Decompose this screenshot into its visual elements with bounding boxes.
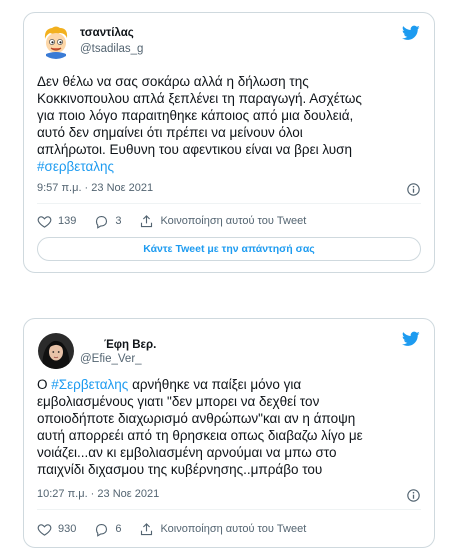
reply-icon <box>96 523 108 537</box>
user-handle[interactable]: @tsadilas_g <box>80 43 143 55</box>
reply-icon <box>96 215 108 229</box>
tweet-timestamp[interactable]: 9:57 π.μ. · 23 Νοε 2021 <box>37 182 153 194</box>
tweet-actions: 139 3 Κοινοποίηση αυτού του Tweet <box>37 212 421 230</box>
hashtag-link[interactable]: #σερβεταλης <box>37 159 114 174</box>
tweet-text-line: Δεν θέλω να σας σοκάρω αλλά η δήλωση της <box>37 74 309 89</box>
share-icon <box>141 522 153 535</box>
tweet-timestamp[interactable]: 10:27 π.μ. · 23 Νοε 2021 <box>37 488 159 500</box>
like-count: 930 <box>58 523 77 535</box>
tweet-text-line: για ποιο λόγο παραιτηθηκε κάποιος από μι… <box>37 108 354 123</box>
info-icon[interactable] <box>407 183 420 196</box>
tweet-text-line: Κοκκινοπουλου απλά ξεπλένει τη παραγωγή.… <box>37 91 362 106</box>
reply-action[interactable]: 3 <box>94 214 121 229</box>
tweet-card[interactable]: Έφη Βερ. @Efie_Ver_ Ο #Σερβεταλης αρνήθη… <box>23 318 435 548</box>
reply-action[interactable]: 6 <box>94 522 121 537</box>
divider <box>37 203 421 204</box>
tweet-reply-button[interactable]: Κάντε Tweet με την απάντησή σας <box>37 237 421 261</box>
hashtag-link[interactable]: #Σερβεταλης <box>51 377 128 392</box>
heart-icon <box>37 215 52 228</box>
share-label: Κοινοποίηση αυτού του Tweet <box>160 523 307 535</box>
share-label: Κοινοποίηση αυτού του Tweet <box>160 215 307 227</box>
reply-count: 3 <box>115 215 122 227</box>
tweet-text-line: αυτό δεν σημαίνει ότι πρέπει να μείνουν … <box>37 125 303 140</box>
user-handle[interactable]: @Efie_Ver_ <box>80 353 142 365</box>
share-button[interactable]: Κοινοποίηση αυτού του Tweet <box>139 522 306 537</box>
tweet-actions: 930 6 Κοινοποίηση αυτού του Tweet <box>37 520 421 538</box>
info-icon[interactable] <box>407 489 420 502</box>
like-button[interactable]: 930 <box>37 522 76 537</box>
divider <box>37 509 421 510</box>
tweet-text-prefix: Ο <box>37 377 52 392</box>
heart-icon <box>37 523 52 536</box>
avatar[interactable] <box>38 333 74 369</box>
display-name[interactable]: Έφη Βερ. <box>104 339 156 351</box>
tweet-text: Δεν θέλω να σας σοκάρω αλλά η δήλωση της… <box>37 73 420 175</box>
reply-count: 6 <box>115 523 122 535</box>
share-icon <box>141 214 153 227</box>
share-button[interactable]: Κοινοποίηση αυτού του Tweet <box>139 214 306 229</box>
twitter-bird-icon[interactable] <box>402 25 420 41</box>
like-button[interactable]: 139 <box>37 214 76 229</box>
twitter-bird-icon[interactable] <box>402 331 420 347</box>
like-count: 139 <box>58 215 77 227</box>
tweet-text-line: απλήρωτοι. Ευθυνη του αφεντικου είναι να… <box>37 142 353 157</box>
tweet-text: Ο #Σερβεταλης αρνήθηκε να παίξει μόνο γι… <box>37 376 420 478</box>
display-name[interactable]: τσαντίλας <box>80 27 134 39</box>
tweet-text-body: αρνήθηκε να παίξει μόνο για εμβολιασμένο… <box>37 377 363 477</box>
avatar[interactable] <box>38 23 74 59</box>
tweet-card[interactable]: τσαντίλας @tsadilas_g Δεν θέλω να σας σο… <box>23 12 435 273</box>
